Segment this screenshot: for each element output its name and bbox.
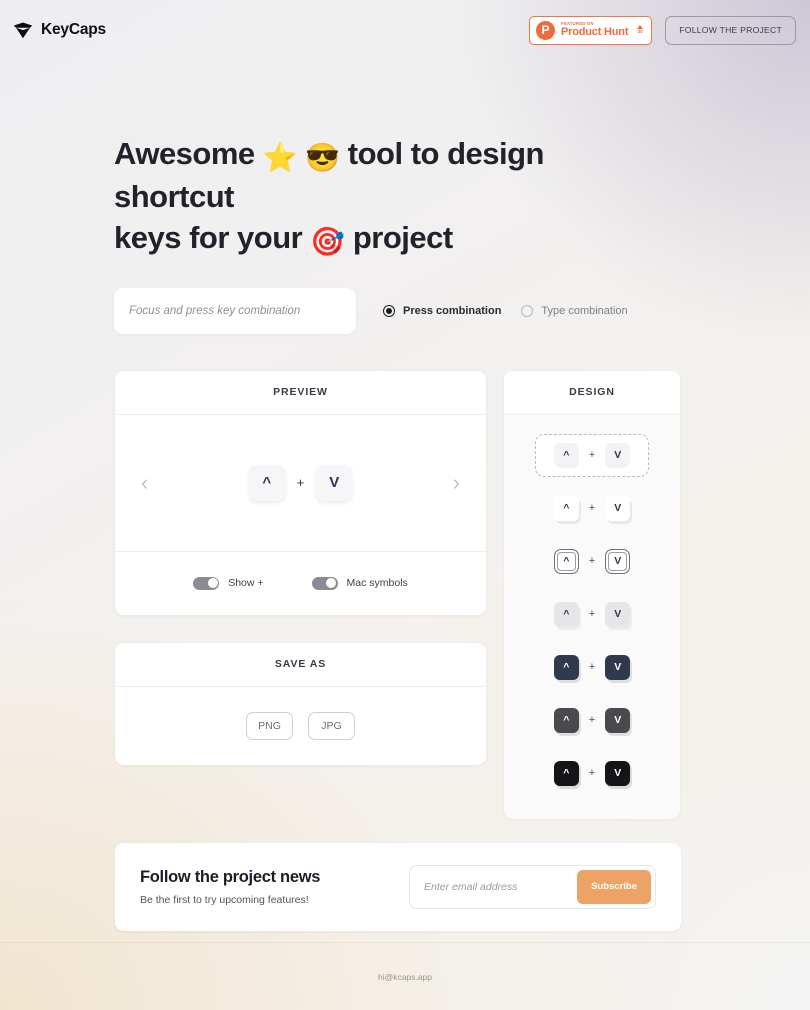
preview-key-1[interactable]: ^ — [248, 464, 285, 501]
radio-unselected-icon — [521, 304, 534, 317]
toggle-mac-symbols-switch[interactable] — [311, 576, 338, 590]
site-footer: hi@kcaps.app — [0, 942, 810, 1010]
hero-text-4: project — [352, 220, 453, 256]
design-key-1: ^ — [553, 495, 579, 521]
footer-email-link[interactable]: hi@kcaps.app — [378, 972, 432, 982]
toggle-mac-symbols[interactable]: Mac symbols — [311, 576, 408, 590]
design-variant-flat[interactable]: ^ + V — [535, 433, 649, 477]
hero-text-1: Awesome — [114, 136, 255, 171]
newsletter-form: Subscribe — [409, 864, 656, 909]
diamond-icon — [13, 22, 33, 39]
design-card: DESIGN ^ + V ^ + V ^ + V ^ + V ^ + V ^ +… — [504, 370, 680, 819]
product-hunt-badge[interactable]: P FEATURED ON Product Hunt 20 — [529, 15, 653, 45]
design-variant-list: ^ + V ^ + V ^ + V ^ + V ^ + V ^ + V ^ + … — [504, 415, 680, 819]
radio-type-combination[interactable]: Type combination — [521, 304, 628, 317]
preview-toggles: Show + Mac symbols — [115, 552, 486, 615]
design-variant-navy[interactable]: ^ + V — [535, 646, 649, 689]
toggle-mac-symbols-label: Mac symbols — [346, 577, 408, 590]
design-key-2: V — [605, 760, 631, 786]
preview-prev-chevron-left-icon[interactable]: ‹ — [141, 471, 148, 494]
header-actions: P FEATURED ON Product Hunt 20 FOLLOW THE… — [529, 15, 796, 45]
radio-press-combination-label: Press combination — [403, 304, 502, 317]
page-title: Awesome ⭐ 😎 tool to design shortcut keys… — [114, 133, 600, 261]
left-column: PREVIEW ‹ ^ + V › Show + Mac symbols SAV… — [115, 370, 486, 765]
sunglasses-emoji-icon: 😎 — [305, 142, 340, 173]
shortcut-controls: Press combination Type combination — [0, 261, 810, 334]
design-key-1: ^ — [553, 707, 579, 733]
design-variant-dark-gray[interactable]: ^ + V — [535, 699, 649, 742]
design-separator: + — [588, 608, 596, 621]
design-variant-outline[interactable]: ^ + V — [535, 540, 649, 583]
design-key-2: V — [605, 442, 631, 468]
star-emoji-icon: ⭐ — [262, 142, 298, 173]
radio-selected-icon — [383, 304, 395, 317]
hero-text-3: keys for your — [114, 220, 303, 256]
newsletter-card: Follow the project news Be the first to … — [115, 842, 681, 931]
preview-key-combination: ^ + V — [248, 464, 353, 501]
preview-separator: + — [296, 475, 305, 491]
product-hunt-upvote[interactable]: 20 — [637, 24, 644, 35]
design-separator: + — [588, 661, 596, 674]
save-png-button[interactable]: PNG — [246, 711, 293, 740]
upvote-arrow-icon — [637, 24, 644, 29]
main-content: PREVIEW ‹ ^ + V › Show + Mac symbols SAV… — [0, 334, 810, 819]
design-key-1: ^ — [553, 442, 579, 468]
preview-heading: PREVIEW — [115, 371, 486, 415]
hero-section: Awesome ⭐ 😎 tool to design shortcut keys… — [0, 60, 600, 261]
newsletter-subtitle: Be the first to try upcoming features! — [140, 893, 309, 906]
save-as-body: PNG JPG — [115, 687, 486, 765]
design-separator: + — [588, 555, 596, 568]
design-key-2: V — [605, 548, 631, 574]
design-variant-black[interactable]: ^ + V — [535, 752, 649, 795]
preview-card: PREVIEW ‹ ^ + V › Show + Mac symbols — [115, 370, 486, 615]
design-key-1: ^ — [553, 601, 579, 627]
toggle-show-plus[interactable]: Show + — [193, 576, 264, 590]
design-key-1: ^ — [553, 654, 579, 680]
toggle-show-plus-switch[interactable] — [193, 576, 220, 590]
toggle-show-plus-label: Show + — [228, 577, 264, 590]
product-hunt-logo-icon: P — [536, 20, 556, 40]
preview-key-2[interactable]: V — [316, 464, 353, 501]
design-variant-gray[interactable]: ^ + V — [535, 593, 649, 636]
right-column: DESIGN ^ + V ^ + V ^ + V ^ + V ^ + V ^ +… — [504, 370, 680, 819]
product-hunt-featured-label: FEATURED ON — [561, 20, 594, 26]
design-key-2: V — [605, 601, 631, 627]
newsletter-email-input[interactable] — [414, 880, 578, 893]
newsletter-subscribe-button[interactable]: Subscribe — [577, 869, 651, 904]
design-separator: + — [588, 767, 596, 780]
design-variant-3d[interactable]: ^ + V — [535, 487, 649, 530]
radio-type-combination-label: Type combination — [541, 304, 628, 317]
upvote-count: 20 — [637, 29, 643, 35]
product-hunt-text: FEATURED ON Product Hunt — [561, 20, 629, 39]
newsletter-title: Follow the project news — [140, 867, 321, 886]
brand-logo[interactable]: KeyCaps — [12, 19, 106, 41]
design-key-1: ^ — [553, 760, 579, 786]
preview-body: ‹ ^ + V › — [115, 415, 486, 552]
key-combination-input[interactable] — [114, 287, 356, 334]
brand-name: KeyCaps — [41, 21, 106, 38]
design-separator: + — [588, 502, 596, 515]
design-key-1: ^ — [553, 548, 579, 574]
design-key-2: V — [605, 654, 631, 680]
newsletter-text: Follow the project news Be the first to … — [140, 868, 409, 906]
design-key-2: V — [605, 495, 631, 521]
preview-next-chevron-right-icon[interactable]: › — [453, 471, 460, 494]
design-separator: + — [588, 714, 596, 727]
save-jpg-button[interactable]: JPG — [308, 711, 355, 740]
radio-press-combination[interactable]: Press combination — [383, 304, 502, 317]
follow-project-button[interactable]: FOLLOW THE PROJECT — [665, 15, 796, 45]
site-header: KeyCaps P FEATURED ON Product Hunt 20 FO… — [0, 0, 810, 60]
save-as-card: SAVE AS PNG JPG — [115, 642, 486, 765]
target-emoji-icon: 🎯 — [310, 226, 345, 258]
save-as-heading: SAVE AS — [115, 643, 486, 687]
design-key-2: V — [605, 707, 631, 733]
design-separator: + — [588, 449, 596, 462]
design-heading: DESIGN — [504, 370, 680, 415]
product-hunt-name: Product Hunt — [561, 26, 629, 39]
combination-mode-group: Press combination Type combination — [383, 304, 628, 317]
